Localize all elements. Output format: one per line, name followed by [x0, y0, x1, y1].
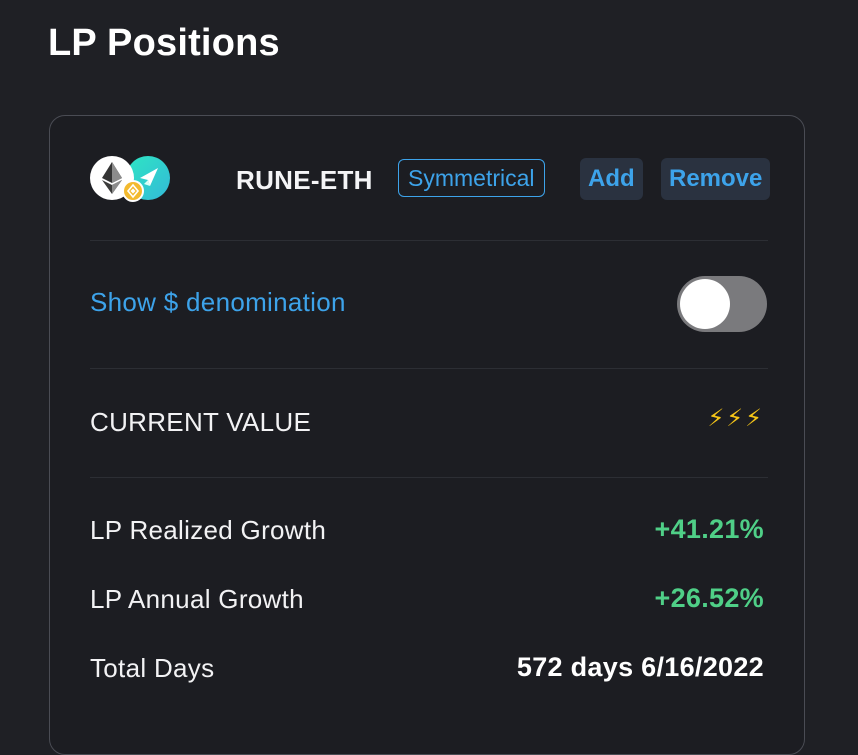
- realized-growth-label: LP Realized Growth: [90, 515, 327, 545]
- page-title: LP Positions: [48, 22, 280, 64]
- annual-growth-value: +26.52%: [654, 583, 764, 613]
- remove-liquidity-button[interactable]: Remove: [661, 158, 771, 200]
- lp-position-card: RUNE-ETH Symmetrical Add Remove Show $ d…: [49, 115, 805, 755]
- divider: [90, 368, 768, 369]
- current-value-label: CURRENT VALUE: [90, 407, 312, 437]
- pool-header: RUNE-ETH Symmetrical Add Remove: [90, 156, 780, 206]
- pool-type-badge: Symmetrical: [398, 159, 545, 197]
- divider: [90, 240, 768, 241]
- total-days-label: Total Days: [90, 653, 215, 683]
- denomination-toggle[interactable]: [677, 276, 767, 332]
- current-value-loading-indicator: ⚡⚡⚡: [707, 405, 764, 432]
- total-days-value: 572 days 6/16/2022: [516, 652, 764, 682]
- add-liquidity-button[interactable]: Add: [580, 158, 643, 200]
- pool-name: RUNE-ETH: [236, 165, 373, 195]
- pair-icons: [90, 156, 170, 206]
- toggle-knob: [680, 279, 730, 329]
- show-dollar-denomination-label[interactable]: Show $ denomination: [90, 287, 346, 318]
- divider: [90, 477, 768, 478]
- realized-growth-value: +41.21%: [654, 514, 764, 544]
- chain-badge-icon: [122, 180, 144, 202]
- annual-growth-label: LP Annual Growth: [90, 584, 304, 614]
